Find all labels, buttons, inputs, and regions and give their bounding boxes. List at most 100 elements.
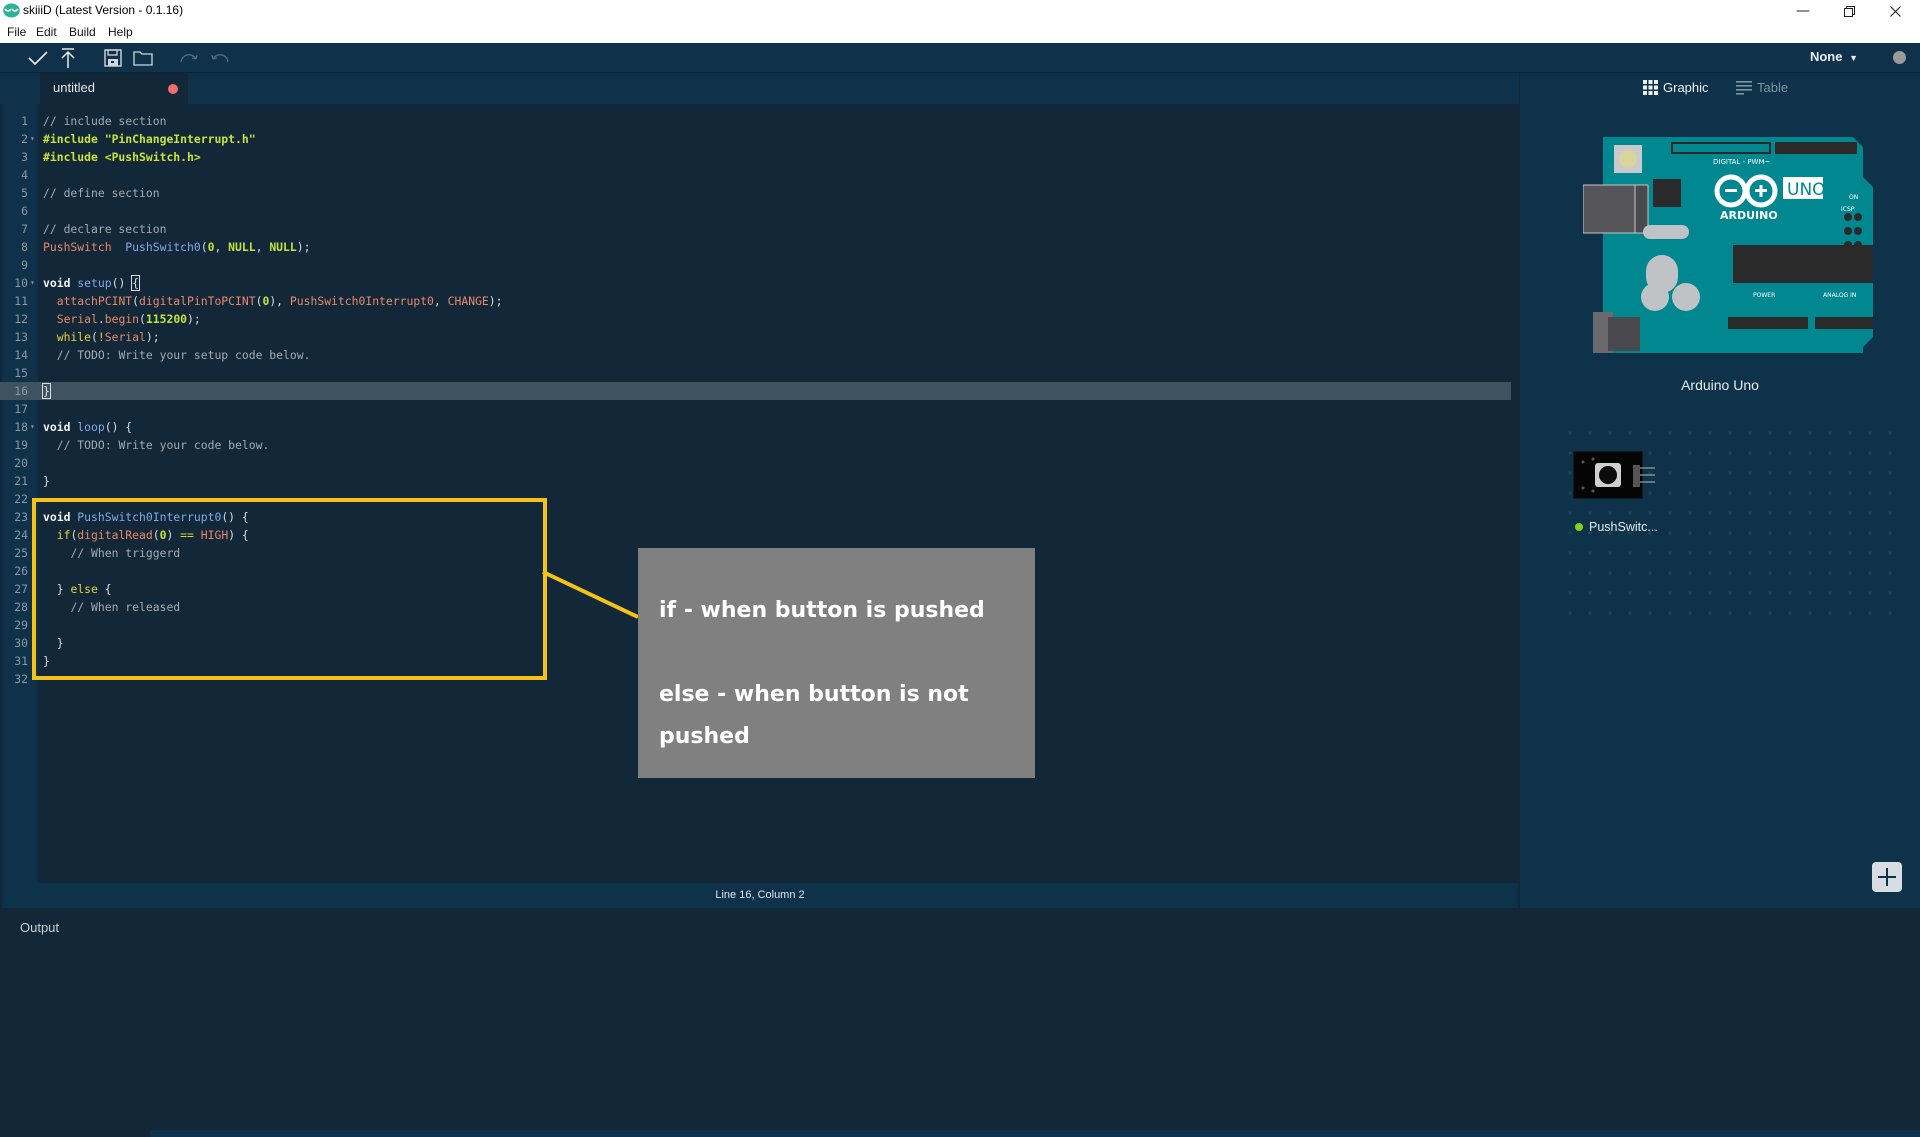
code-line[interactable]: 10 ▾ void setup() {	[0, 274, 1511, 292]
code-token: while	[56, 330, 92, 344]
code-line[interactable]: 1 // include section	[0, 112, 1511, 130]
code-token: // declare section	[43, 222, 167, 236]
menu-build[interactable]: Build	[69, 25, 96, 39]
line-number: 28	[14, 600, 28, 614]
line-number: 29	[14, 618, 28, 632]
code-token: // include section	[43, 114, 167, 128]
code-token: PushSwitch0Interrupt0	[289, 294, 434, 308]
code-text: #include "PinChangeInterrupt.h"	[43, 130, 256, 148]
component-label-pushswitch[interactable]: PushSwitc...	[1575, 520, 1658, 534]
code-line[interactable]: 17	[0, 400, 1511, 418]
code-line[interactable]: 7 // declare section	[0, 220, 1511, 238]
code-token: Serial	[56, 312, 98, 326]
code-token: #include "PinChangeInterrupt.h"	[43, 132, 256, 146]
code-token: ,	[255, 240, 270, 254]
code-token: digitalPinToPCINT	[139, 294, 256, 308]
tab-untitled[interactable]: untitled	[40, 73, 188, 104]
code-token: {	[131, 275, 141, 291]
code-line[interactable]: 14 // TODO: Write your setup code below.	[0, 346, 1511, 364]
line-number: 9	[21, 258, 28, 272]
svg-text:ON: ON	[1849, 194, 1858, 201]
line-number: 31	[14, 654, 28, 668]
code-token: Serial	[104, 330, 146, 344]
pushswitch-component[interactable]	[1573, 451, 1657, 499]
line-number: 30	[14, 636, 28, 650]
line-number: 12	[14, 312, 28, 326]
code-token: ,	[214, 240, 229, 254]
line-number: 11	[14, 294, 28, 308]
code-line[interactable]: 19 // TODO: Write your code below.	[0, 436, 1511, 454]
menu-help[interactable]: Help	[108, 25, 133, 39]
open-folder-icon[interactable]	[132, 47, 154, 69]
code-text: }	[42, 382, 51, 400]
code-line[interactable]: 6	[0, 202, 1511, 220]
svg-text:ANALOG IN: ANALOG IN	[1823, 292, 1856, 299]
save-icon[interactable]	[102, 47, 124, 69]
annotation-highlight-box	[32, 498, 547, 680]
upload-arrow-icon[interactable]	[57, 47, 79, 69]
line-number: 18	[14, 420, 28, 434]
add-component-button[interactable]	[1872, 862, 1902, 892]
code-token: attachPCINT	[56, 294, 133, 308]
device-select[interactable]: None ▼	[1810, 49, 1858, 64]
redo-icon[interactable]	[178, 47, 200, 69]
code-token: ()	[111, 276, 133, 290]
line-number: 7	[21, 222, 28, 236]
code-token: NULL	[228, 240, 256, 254]
svg-text:UNO: UNO	[1787, 180, 1826, 200]
code-line[interactable]: 9	[0, 256, 1511, 274]
output-scrollbar[interactable]	[150, 1130, 1920, 1137]
fold-toggle-icon[interactable]: ▾	[30, 274, 35, 292]
code-line[interactable]: 5 // define section	[0, 184, 1511, 202]
line-number: 2	[21, 132, 28, 146]
code-line[interactable]: 2 ▾ #include "PinChangeInterrupt.h"	[0, 130, 1511, 148]
code-line[interactable]: 13 while(!Serial);	[0, 328, 1511, 346]
menu-edit[interactable]: Edit	[36, 25, 57, 39]
code-token: PushSwitch0	[125, 240, 201, 254]
code-line[interactable]: 15	[0, 364, 1511, 382]
line-number: 20	[14, 456, 28, 470]
device-select-value: None	[1809, 49, 1843, 64]
connection-status-indicator	[1893, 51, 1906, 64]
line-number: 1	[21, 114, 28, 128]
line-number: 4	[21, 168, 28, 182]
line-number: 25	[14, 546, 28, 560]
code-token: .	[97, 312, 105, 326]
line-number: 14	[14, 348, 28, 362]
list-icon	[1736, 80, 1752, 95]
code-line[interactable]: 20	[0, 454, 1511, 472]
code-token: !	[97, 330, 105, 344]
code-line[interactable]: 21}	[0, 472, 1511, 490]
code-line[interactable]: 11 attachPCINT(digitalPinToPCINT(0), Pus…	[0, 292, 1511, 310]
menu-file[interactable]: File	[7, 25, 26, 39]
code-token: }	[43, 474, 50, 488]
code-line[interactable]: 4	[0, 166, 1511, 184]
restore-button[interactable]	[1826, 0, 1872, 22]
tab-graphic[interactable]: Graphic	[1643, 80, 1709, 95]
fold-toggle-icon[interactable]: ▾	[30, 130, 35, 148]
menu-bar: File Edit Build Help	[0, 22, 1920, 43]
line-number: 10	[14, 276, 28, 290]
code-text: // define section	[43, 184, 160, 202]
code-token: setup	[77, 276, 112, 290]
code-token: ),	[269, 294, 290, 308]
minimize-button[interactable]: —	[1780, 0, 1826, 22]
code-line[interactable]: 8 PushSwitch PushSwitch0(0, NULL, NULL);	[0, 238, 1511, 256]
output-label: Output	[20, 920, 60, 935]
arduino-uno-board[interactable]: DIGITAL - PWM~ UNO ARDUINO POWER ANALOG …	[1583, 137, 1873, 353]
code-line[interactable]: 16}	[0, 382, 1511, 400]
close-button[interactable]	[1872, 0, 1918, 22]
line-number: 17	[14, 402, 28, 416]
code-text: }	[43, 472, 50, 490]
tab-table[interactable]: Table	[1736, 80, 1788, 95]
minimize-icon: —	[1796, 3, 1810, 19]
code-line[interactable]: 12 Serial.begin(115200);	[0, 310, 1511, 328]
fold-toggle-icon[interactable]: ▾	[30, 418, 35, 436]
verify-check-icon[interactable]	[27, 47, 49, 69]
code-line[interactable]: 18 ▾ void loop() {	[0, 418, 1511, 436]
code-text: PushSwitch PushSwitch0(0, NULL, NULL);	[43, 238, 310, 256]
undo-icon[interactable]	[209, 47, 231, 69]
line-number: 5	[21, 186, 28, 200]
line-number: 6	[21, 204, 28, 218]
code-line[interactable]: 3 #include <PushSwitch.h>	[0, 148, 1511, 166]
